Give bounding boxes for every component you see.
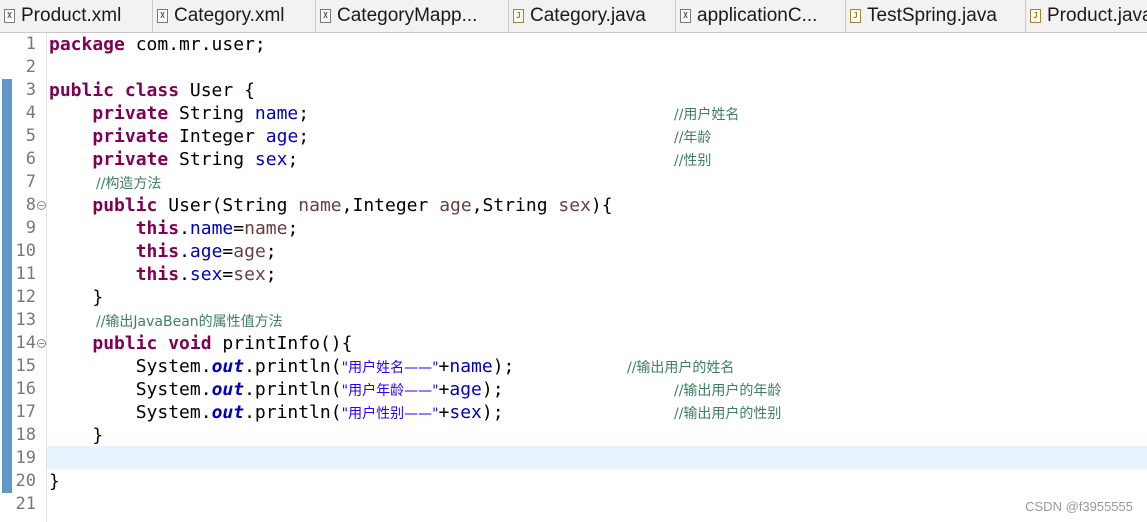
code-line-12: } — [92, 287, 104, 308]
tab-category-java[interactable]: J Category.java — [509, 0, 676, 32]
code-line-6: private String sex; — [92, 149, 299, 170]
code-line-9: this.name=name; — [135, 218, 299, 239]
code-line-17: System.out.println("用户性别——"+sex); — [135, 402, 504, 423]
xml-file-icon: X — [157, 9, 168, 23]
code-line-13: //输出JavaBean的属性值方法 — [96, 314, 283, 330]
editor-tab-bar: X Product.xml X Category.xml X CategoryM… — [0, 0, 1147, 33]
code-line-7: //构造方法 — [96, 176, 162, 192]
line-number: 8 — [25, 195, 36, 215]
code-editor[interactable]: 1 2 3 4 5 6 7 8 9 10 11 12 13 14 15 16 1… — [0, 33, 1147, 522]
line-number: 17 — [15, 402, 36, 422]
tab-test-spring-java[interactable]: J TestSpring.java — [846, 0, 1026, 32]
tab-label: Category.java — [530, 5, 646, 26]
line-number: 20 — [15, 471, 36, 491]
code-line-4: private String name; — [92, 103, 310, 124]
tab-category-xml[interactable]: X Category.xml — [153, 0, 316, 32]
code-line-16: System.out.println("用户年龄——"+age); — [135, 379, 504, 400]
line-number: 11 — [15, 264, 36, 284]
change-ruler — [0, 33, 12, 522]
change-marker — [2, 79, 12, 493]
current-line-highlight — [47, 446, 1147, 469]
tab-label: CategoryMapp... — [337, 5, 478, 26]
tab-product-java[interactable]: J Product.java — [1026, 0, 1147, 32]
line-number: 2 — [25, 57, 36, 77]
line-number: 18 — [15, 425, 36, 445]
code-line-14: public void printInfo(){ — [92, 333, 353, 354]
fold-toggle-icon[interactable] — [37, 339, 46, 348]
tab-label: Product.xml — [21, 5, 122, 26]
line-number: 3 — [25, 80, 36, 100]
code-line-5: private Integer age; — [92, 126, 310, 147]
tab-category-mapper[interactable]: X CategoryMapp... — [316, 0, 509, 32]
tab-label: applicationC... — [697, 5, 818, 26]
code-line-1: package com.mr.user; — [49, 34, 266, 55]
line-number: 21 — [15, 494, 36, 514]
code-line-3: public class User { — [49, 80, 255, 101]
tab-label: Product.java — [1047, 5, 1147, 26]
fold-toggle-icon[interactable] — [37, 201, 46, 210]
code-comment: //用户姓名 — [674, 107, 740, 123]
line-number: 19 — [15, 448, 36, 468]
code-comment: //输出用户的姓名 — [627, 360, 735, 376]
line-number: 15 — [15, 356, 36, 376]
line-number: 6 — [25, 149, 36, 169]
line-number: 7 — [25, 172, 36, 192]
code-line-10: this.age=age; — [135, 241, 277, 262]
java-file-icon: J — [850, 9, 861, 23]
code-line-11: this.sex=sex; — [135, 264, 277, 285]
tab-application-context[interactable]: X applicationC... — [676, 0, 846, 32]
line-number: 5 — [25, 126, 36, 146]
xml-file-icon: X — [4, 9, 15, 23]
line-number: 9 — [25, 218, 36, 238]
line-number: 12 — [15, 287, 36, 307]
xml-file-icon: X — [320, 9, 331, 23]
code-line-15: System.out.println("用户姓名——"+name); — [135, 356, 515, 377]
code-line-20: } — [49, 471, 60, 492]
java-file-icon: J — [513, 9, 524, 23]
code-line-8: public User(String name,Integer age,Stri… — [92, 195, 613, 216]
code-comment: //输出用户的性别 — [674, 406, 782, 422]
code-comment: //年龄 — [674, 130, 712, 146]
line-number: 10 — [15, 241, 36, 261]
line-number: 4 — [25, 103, 36, 123]
code-line-18: } — [92, 425, 104, 446]
java-file-icon: J — [1030, 9, 1041, 23]
line-number: 1 — [25, 34, 36, 54]
tab-label: Category.xml — [174, 5, 285, 26]
line-number: 14 — [15, 333, 36, 353]
code-comment: //性别 — [674, 153, 712, 169]
code-comment: //输出用户的年龄 — [674, 383, 782, 399]
watermark: CSDN @f3955555 — [1025, 499, 1133, 514]
xml-file-icon: X — [680, 9, 691, 23]
tab-label: TestSpring.java — [867, 5, 997, 26]
line-number: 16 — [15, 379, 36, 399]
line-number: 13 — [15, 310, 36, 330]
tab-product-xml[interactable]: X Product.xml — [0, 0, 153, 32]
